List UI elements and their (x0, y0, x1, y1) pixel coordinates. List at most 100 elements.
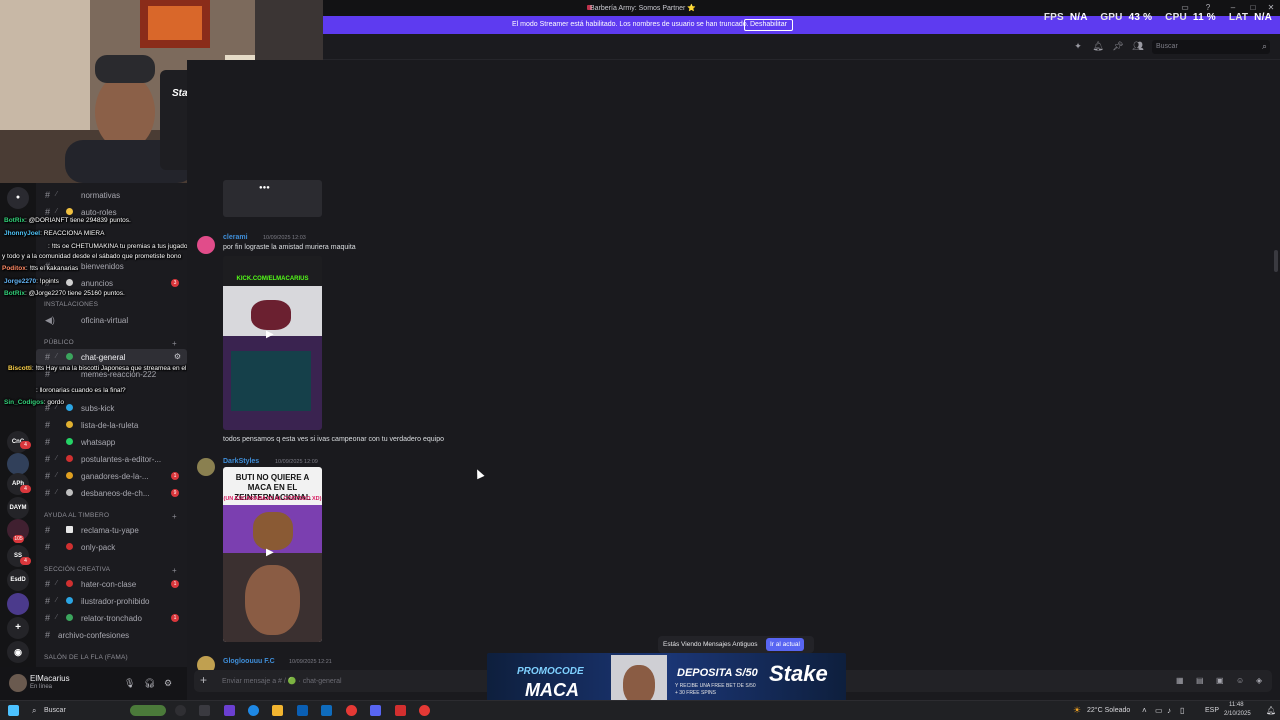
message-media[interactable]: BUTI NO QUIERE A MACA EN EL ZEINTERNACIO… (223, 467, 322, 642)
app-icon[interactable] (395, 705, 406, 716)
app-icon[interactable] (419, 705, 430, 716)
channel-hater-con-clase[interactable]: # ⁄ hater-con-clase 1 (36, 576, 187, 592)
emoji-icon[interactable]: ☺ (1236, 676, 1244, 685)
pencil-icon: ⁄ (56, 455, 58, 462)
outlook-icon[interactable] (321, 705, 332, 716)
channel-normativas[interactable]: # ⁄ normativas (36, 187, 187, 203)
battery-icon[interactable]: ▯ (1180, 706, 1184, 715)
channel-ilustrador[interactable]: # ⁄ ilustrador-prohibido (36, 593, 187, 609)
notification-icon[interactable]: 🔔︎ (1266, 706, 1276, 715)
server-esdd[interactable]: EsdD (7, 569, 29, 591)
copilot-icon[interactable] (224, 705, 235, 716)
message-time: 10/09/2025 12:09 (275, 459, 318, 465)
gear-icon[interactable]: ⚙ (164, 678, 172, 689)
mention-badge: 3 (171, 279, 179, 287)
fps-label: FPS (1043, 12, 1064, 23)
channel-reclama-yape[interactable]: # reclama-tu-yape (36, 522, 187, 538)
mention-badge: 1 (171, 614, 179, 622)
category-label: SALÓN DE LA FLA (FAMA) (44, 654, 128, 661)
server-badge: 4 (20, 441, 31, 449)
channel-whatsapp[interactable]: # whatsapp (36, 434, 187, 450)
taskbar-search-icon[interactable]: ⌕ (32, 706, 36, 716)
tray-chevron-icon[interactable]: ˄ (1142, 706, 1147, 715)
message-author[interactable]: clerami (223, 234, 248, 241)
discord-window: Barbería Army: Somos Partner ⭐ ▭ ? – □ ✕… (0, 0, 1280, 720)
channel-archivo[interactable]: # archivo-confesiones (36, 627, 187, 643)
add-channel-icon[interactable]: + (172, 566, 177, 575)
play-icon[interactable]: ▶ (266, 329, 274, 340)
server-daym[interactable]: DAYM (7, 497, 29, 519)
add-channel-icon[interactable]: + (172, 512, 177, 521)
channel-label: bienvenidos (81, 262, 124, 271)
volume-icon[interactable]: ♪ (1167, 706, 1171, 715)
server-icon-1[interactable]: ● (7, 187, 29, 209)
old-messages-text: Estás Viendo Mensajes Antiguos (663, 641, 758, 648)
channel-oficina-virtual[interactable]: ◀) oficina-virtual (36, 312, 187, 328)
pin-icon[interactable]: 📌︎ (1112, 41, 1124, 53)
start-icon[interactable] (8, 705, 19, 716)
store-icon[interactable] (297, 705, 308, 716)
server-icon-4[interactable] (7, 593, 29, 615)
message-media[interactable]: KICK.COM/ELMACARIUS ▶ (223, 256, 322, 430)
server-icon-2[interactable] (7, 453, 29, 475)
channel-desbaneos[interactable]: # ⁄ desbaneos-de-ch... 9 (36, 485, 187, 501)
category-creativa[interactable]: SECCIÓN CREATIVA + (44, 566, 177, 575)
settings-icon[interactable]: ⚙ (174, 352, 181, 361)
message-author[interactable]: Glogloouuu F.C (223, 658, 275, 665)
channel-only-pack[interactable]: # only-pack (36, 539, 187, 555)
bell-icon[interactable]: 🔔︎ (1092, 41, 1104, 53)
language[interactable]: ESP (1205, 707, 1219, 714)
chat-line: Poditox: !tts el kakanarias (2, 265, 79, 272)
headphones-icon[interactable]: 🎧︎ (144, 678, 155, 689)
search-box[interactable]: Buscar ⌕ (1152, 40, 1270, 54)
channel-postulantes[interactable]: # ⁄ postulantes-a-editor-... (36, 451, 187, 467)
media-subcaption: (UN ESCARABAJO AL COSTADO XD) (223, 496, 322, 502)
jump-to-present-button[interactable]: Ir al actual (766, 638, 804, 651)
channel-label: lista-de-la-ruleta (81, 421, 139, 430)
channel-relator[interactable]: # ⁄ relator-tronchado 1 (36, 610, 187, 626)
channel-chat-general[interactable]: # ⁄ chat-general ⚙ (36, 349, 187, 365)
network-icon[interactable]: ▭ (1155, 706, 1163, 715)
members-icon[interactable]: 👥︎ (1132, 41, 1144, 53)
task-view-icon[interactable] (199, 705, 210, 716)
weather-widget-icon[interactable] (130, 705, 166, 716)
avatar[interactable] (197, 458, 215, 476)
gif-icon[interactable]: ▤ (1196, 676, 1204, 685)
message-time: 10/09/2025 12:21 (289, 659, 332, 665)
add-channel-icon[interactable]: + (172, 339, 177, 348)
channel-label: chat-general (81, 353, 126, 362)
avatar[interactable] (9, 674, 27, 692)
edge-icon[interactable] (248, 705, 259, 716)
taskbar-search[interactable]: Buscar (44, 707, 66, 714)
hash-icon: # (45, 630, 51, 640)
message-author[interactable]: DarkStyles (223, 458, 259, 465)
disable-streamer-button[interactable]: Deshabilitar (744, 19, 793, 31)
add-attachment-icon[interactable]: + (200, 673, 207, 687)
microphone-icon[interactable]: 🎙︎ (124, 678, 135, 689)
threads-icon[interactable]: ✦ (1072, 41, 1084, 53)
avatar[interactable] (197, 236, 215, 254)
weather-text[interactable]: 22°C Soleado (1087, 707, 1130, 714)
message-scrollbar[interactable] (1274, 250, 1278, 272)
add-server-icon[interactable]: + (7, 617, 29, 639)
message-media[interactable]: ●●● (223, 180, 322, 217)
apps-icon[interactable]: ◈ (1256, 676, 1262, 685)
clock-date[interactable]: 2/10/2025 (1224, 711, 1251, 717)
category-salon[interactable]: SALÓN DE LA FLA (FAMA) (44, 654, 128, 661)
channel-lista-ruleta[interactable]: # lista-de-la-ruleta (36, 417, 187, 433)
clock-time[interactable]: 11:48 (1229, 702, 1244, 708)
emoji-icon (66, 404, 73, 411)
play-icon[interactable]: ▶ (266, 547, 274, 558)
explorer-icon[interactable] (272, 705, 283, 716)
explore-icon[interactable]: ◉ (7, 641, 29, 663)
chrome-icon[interactable] (346, 705, 357, 716)
channel-ganadores[interactable]: # ⁄ ganadores-de-la-... 1 (36, 468, 187, 484)
category-publico[interactable]: PÚBLICO + (44, 339, 177, 348)
gift-icon[interactable]: ▦ (1176, 676, 1184, 685)
discord-taskbar-icon[interactable] (370, 705, 381, 716)
category-instalaciones[interactable]: INSTALACIONES (44, 301, 98, 308)
sticker-icon[interactable]: ▣ (1216, 676, 1224, 685)
category-ayuda[interactable]: AYUDA AL TIMBERO + (44, 512, 177, 521)
cortana-icon[interactable] (175, 705, 186, 716)
emoji-icon (66, 543, 73, 550)
